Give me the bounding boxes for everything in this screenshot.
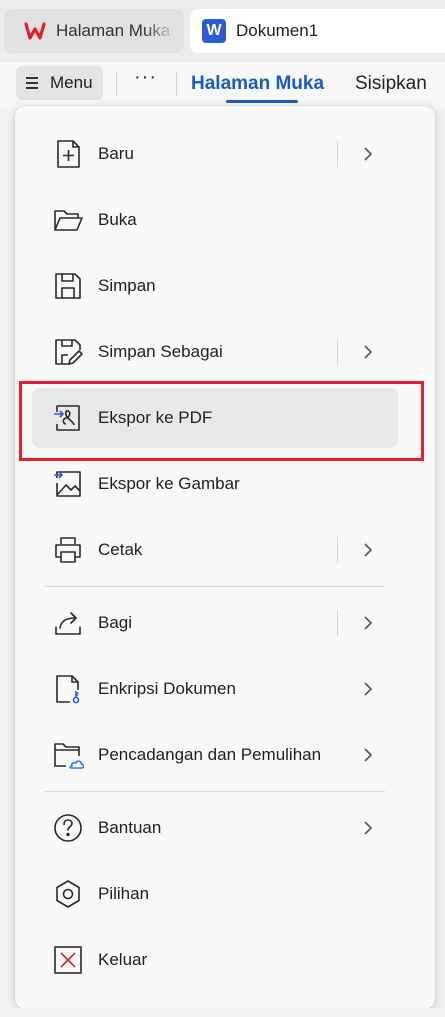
encrypt-document-icon <box>56 675 80 704</box>
menu-item-label: Baru <box>98 144 134 163</box>
ribbon-divider <box>176 72 177 96</box>
ribbon-tab-home[interactable]: Halaman Muka <box>191 73 324 95</box>
menu-item-label: Pencadangan dan Pemulihan <box>98 745 322 764</box>
menu-item-label: Buka <box>98 210 137 229</box>
menu-item-label: Pilihan <box>98 884 150 903</box>
menu-item-print[interactable]: Cetak <box>32 520 398 580</box>
tab-document-label: Dokumen1 <box>236 21 319 40</box>
menu-item-backup-restore[interactable]: Pencadangan dan Pemulihan <box>32 725 398 785</box>
tab-home[interactable]: Halaman Muka <box>4 9 184 53</box>
title-tab-bar: Halaman Muka W Dokumen1 <box>0 0 445 62</box>
menu-item-label: Cetak <box>98 540 143 559</box>
menu-item-exit[interactable]: Keluar <box>32 930 398 990</box>
chevron-right-icon[interactable] <box>359 541 377 559</box>
print-icon <box>55 537 81 563</box>
open-folder-icon <box>54 210 83 231</box>
options-icon <box>56 880 80 908</box>
menu-item-share[interactable]: Bagi <box>32 593 398 653</box>
exit-icon <box>54 946 82 974</box>
active-tab-indicator <box>226 100 298 103</box>
menu-item-label: Keluar <box>98 950 148 969</box>
ribbon-bar: Menu ··· Halaman Muka Sisipkan <box>0 62 445 108</box>
more-options-button[interactable]: ··· <box>134 66 157 89</box>
file-menu-panel: Baru Buka Simpan Simpan Sebagai Ekspor k… <box>15 106 435 1009</box>
new-file-icon <box>57 140 80 168</box>
menu-item-label: Simpan Sebagai <box>98 342 223 361</box>
chevron-right-icon[interactable] <box>359 343 377 361</box>
wps-logo-icon <box>24 22 46 40</box>
chevron-right-icon[interactable] <box>359 819 377 837</box>
menu-button-label: Menu <box>50 73 93 92</box>
menu-divider <box>45 586 385 587</box>
submenu-divider <box>337 537 338 563</box>
menu-button[interactable]: Menu <box>16 66 103 100</box>
bottom-strip <box>0 1008 445 1017</box>
menu-item-export-image[interactable]: Ekspor ke Gambar <box>32 454 398 514</box>
menu-divider <box>45 791 385 792</box>
ribbon-divider <box>116 72 117 96</box>
help-icon <box>54 814 82 842</box>
menu-item-label: Enkripsi Dokumen <box>98 679 236 698</box>
menu-item-label: Simpan <box>98 276 156 295</box>
writer-logo-icon: W <box>202 19 226 43</box>
menu-item-open[interactable]: Buka <box>32 190 398 250</box>
chevron-right-icon[interactable] <box>359 680 377 698</box>
export-image-icon <box>54 471 81 497</box>
share-icon <box>55 612 81 635</box>
chevron-right-icon[interactable] <box>359 614 377 632</box>
menu-item-label: Ekspor ke Gambar <box>98 474 240 493</box>
highlight-box <box>19 381 424 461</box>
menu-item-options[interactable]: Pilihan <box>32 864 398 924</box>
save-icon <box>55 273 81 299</box>
menu-item-label: Bagi <box>98 613 133 632</box>
menu-item-save-as[interactable]: Simpan Sebagai <box>32 322 398 382</box>
menu-item-save[interactable]: Simpan <box>32 256 398 316</box>
ribbon-tab-insert[interactable]: Sisipkan <box>355 73 427 95</box>
menu-item-encrypt-document[interactable]: Enkripsi Dokumen <box>32 659 398 719</box>
backup-restore-icon <box>54 743 84 769</box>
chevron-right-icon[interactable] <box>359 145 377 163</box>
menu-item-new[interactable]: Baru <box>32 124 398 184</box>
save-as-icon <box>55 339 83 365</box>
hamburger-icon <box>26 77 40 89</box>
tab-document[interactable]: W Dokumen1 <box>190 9 445 53</box>
menu-item-help[interactable]: Bantuan <box>32 798 398 858</box>
submenu-divider <box>337 339 338 365</box>
menu-item-label: Bantuan <box>98 818 162 837</box>
submenu-divider <box>337 610 338 636</box>
chevron-right-icon[interactable] <box>359 746 377 764</box>
submenu-divider <box>337 141 338 167</box>
